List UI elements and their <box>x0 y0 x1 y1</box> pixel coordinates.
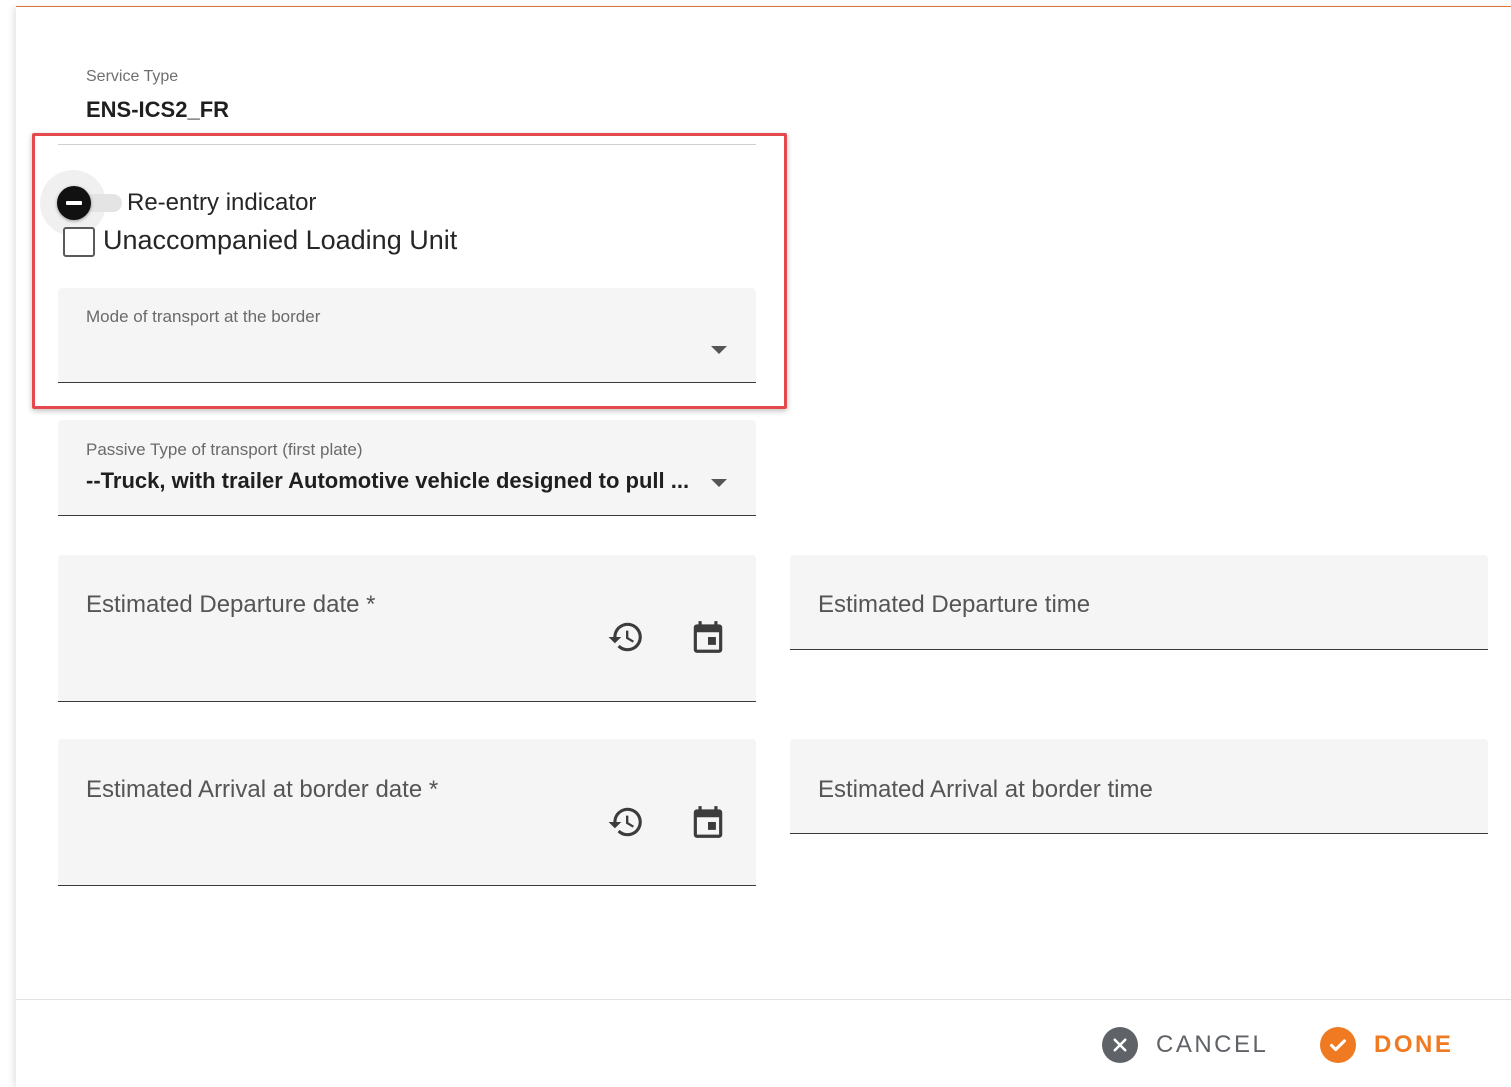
passive-type-select[interactable]: Passive Type of transport (first plate) … <box>58 420 756 516</box>
est-arrival-date-placeholder: Estimated Arrival at border date * <box>86 776 439 803</box>
unaccompanied-checkbox-label[interactable]: Unaccompanied Loading Unit <box>103 225 457 256</box>
est-arrival-date-field[interactable]: Estimated Arrival at border date * <box>58 739 756 886</box>
passive-type-value: --Truck, with trailer Automotive vehicle… <box>86 468 690 493</box>
chevron-down-icon <box>711 479 727 487</box>
est-departure-date-placeholder: Estimated Departure date * <box>86 591 376 618</box>
calendar-icon[interactable] <box>686 800 730 844</box>
close-circle-icon <box>1102 1027 1138 1063</box>
dialog-panel <box>16 7 1511 1087</box>
chevron-down-icon <box>711 346 727 354</box>
mode-of-transport-label: Mode of transport at the border <box>86 307 321 326</box>
done-button[interactable]: DONE <box>1320 1022 1453 1068</box>
est-arrival-time-placeholder: Estimated Arrival at border time <box>818 776 1153 803</box>
est-departure-date-field[interactable]: Estimated Departure date * <box>58 555 756 702</box>
unaccompanied-checkbox[interactable] <box>63 227 95 257</box>
done-button-label: DONE <box>1374 1031 1454 1058</box>
passive-type-label: Passive Type of transport (first plate) <box>86 440 363 459</box>
cancel-button[interactable]: CANCEL <box>1102 1022 1268 1068</box>
service-type-label: Service Type <box>86 68 179 85</box>
est-departure-time-field[interactable]: Estimated Departure time <box>790 555 1488 650</box>
service-type-value: ENS-ICS2_FR <box>86 97 230 122</box>
service-type-underline <box>58 144 756 145</box>
est-arrival-time-field[interactable]: Estimated Arrival at border time <box>790 739 1488 834</box>
history-icon[interactable] <box>604 615 648 659</box>
footer-divider <box>16 999 1511 1000</box>
calendar-icon[interactable] <box>686 615 730 659</box>
check-circle-icon <box>1320 1027 1356 1063</box>
mode-of-transport-select[interactable]: Mode of transport at the border <box>58 288 756 383</box>
reentry-toggle-label: Re-entry indicator <box>127 189 317 216</box>
est-departure-time-placeholder: Estimated Departure time <box>818 591 1091 618</box>
history-icon[interactable] <box>604 800 648 844</box>
cancel-button-label: CANCEL <box>1156 1031 1269 1058</box>
indeterminate-minus-icon <box>57 186 91 220</box>
